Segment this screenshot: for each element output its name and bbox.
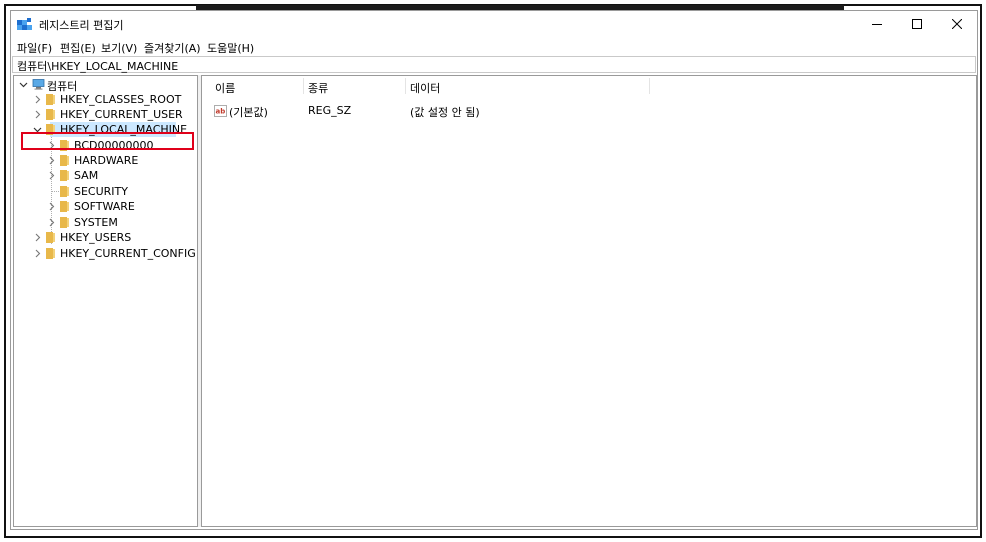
tree-item-hkey-users[interactable]: HKEY_USERS [14,230,194,245]
folder-icon [60,155,69,166]
tree-label: HKEY_CURRENT_CONFIG [60,247,196,260]
tree-pane[interactable]: 컴퓨터 HKEY_CLASSES_ROOT HKEY_CURRENT_USER [13,75,198,527]
address-text: 컴퓨터\HKEY_LOCAL_MACHINE [17,60,179,73]
chevron-right-icon[interactable] [33,110,42,119]
registry-editor-window: 레지스트리 편집기 파일(F) 편집(E) 보기(V) 즐겨찾기(A) 도움말(… [10,10,978,530]
tree-item-sam[interactable]: SAM [14,168,194,183]
value-data: (값 설정 안 됨) [410,106,480,119]
column-header-name[interactable]: 이름 [215,80,235,96]
annotation-highlight-box [21,132,194,150]
string-value-icon: ab [214,105,227,117]
chevron-right-icon[interactable] [33,249,42,258]
tree-label: HARDWARE [74,154,139,167]
folder-icon [46,248,55,259]
close-button[interactable] [937,11,977,37]
tree-item-hkey-current-config[interactable]: HKEY_CURRENT_CONFIG [14,246,196,261]
chevron-right-icon[interactable] [33,233,42,242]
tree-item-security[interactable]: SECURITY [14,184,194,199]
chevron-down-icon[interactable] [19,80,28,89]
tree-item-system[interactable]: SYSTEM [14,215,194,230]
chevron-right-icon[interactable] [47,218,56,227]
tree-label: HKEY_USERS [60,231,132,244]
address-bar[interactable]: 컴퓨터\HKEY_LOCAL_MACHINE [12,56,976,73]
column-header-data[interactable]: 데이터 [410,80,440,96]
menu-view[interactable]: 보기(V) [101,40,137,56]
tree-label: SAM [74,169,99,182]
folder-icon [46,109,55,120]
tree-item-computer[interactable]: 컴퓨터 [14,77,194,93]
tree-label: SYSTEM [74,216,118,229]
tree-label: SOFTWARE [74,200,135,213]
folder-icon [60,170,69,181]
folder-icon [60,217,69,228]
menu-help[interactable]: 도움말(H) [207,40,254,56]
menu-file[interactable]: 파일(F) [17,40,52,56]
column-separator[interactable] [303,78,304,94]
tree-item-hardware[interactable]: HARDWARE [14,153,194,168]
tree-label: SECURITY [74,185,128,198]
folder-icon [60,201,69,212]
title-bar[interactable]: 레지스트리 편집기 [11,11,977,37]
tree-item-software[interactable]: SOFTWARE [14,199,194,214]
chevron-right-icon[interactable] [47,156,56,165]
menu-bar: 파일(F) 편집(E) 보기(V) 즐겨찾기(A) 도움말(H) [11,37,977,57]
chevron-right-icon[interactable] [47,171,56,180]
menu-edit[interactable]: 편집(E) [60,40,96,56]
maximize-button[interactable] [897,11,937,37]
chevron-right-icon[interactable] [47,202,56,211]
folder-icon [60,186,69,197]
registry-editor-icon [17,18,32,30]
computer-icon [32,79,45,90]
values-list-pane[interactable]: 이름 종류 데이터 ab (기본값) REG_SZ (값 설정 안 됨) [201,75,977,527]
tree-label: HKEY_CLASSES_ROOT [60,93,182,106]
maximize-icon [912,19,922,29]
menu-favorites[interactable]: 즐겨찾기(A) [144,40,201,56]
column-header-type[interactable]: 종류 [308,80,328,96]
folder-icon [46,94,55,105]
svg-text:ab: ab [216,108,226,116]
value-type: REG_SZ [308,104,352,117]
column-separator[interactable] [405,78,406,94]
window-title: 레지스트리 편집기 [39,19,124,32]
minimize-button[interactable] [857,11,897,37]
column-separator[interactable] [649,78,650,94]
tree-item-hkey-classes-root[interactable]: HKEY_CLASSES_ROOT [14,92,194,107]
tree-connector-line [52,191,59,192]
tree-item-hkey-current-user[interactable]: HKEY_CURRENT_USER [14,107,194,122]
folder-icon [46,232,55,243]
close-icon [952,19,962,29]
chevron-right-icon[interactable] [33,95,42,104]
value-name: (기본값) [229,106,268,119]
minimize-icon [872,24,882,25]
tree-label: HKEY_CURRENT_USER [60,108,183,121]
